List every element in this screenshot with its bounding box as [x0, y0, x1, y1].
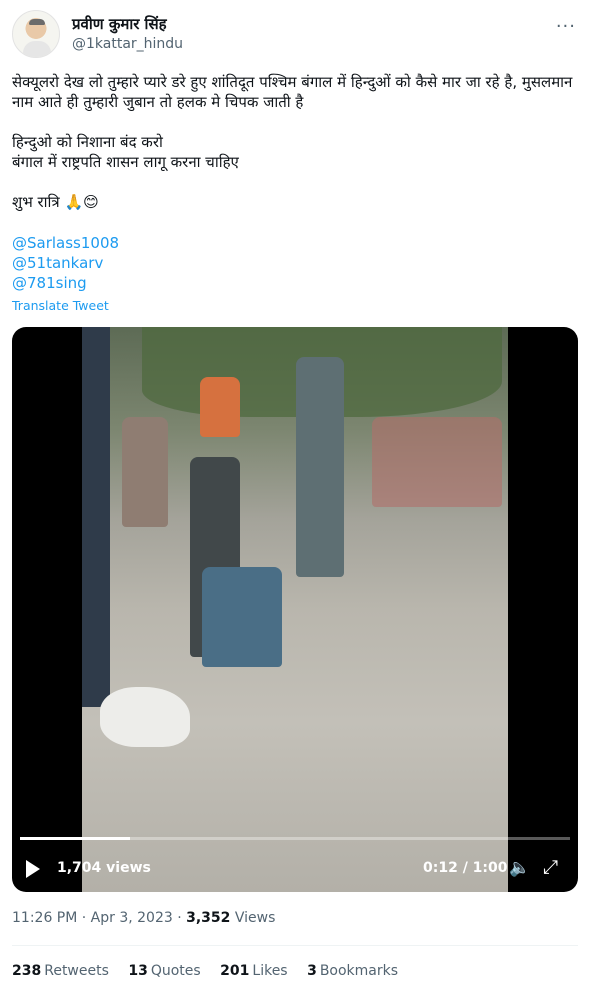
- video-time: 0:12 / 1:00: [423, 860, 508, 876]
- stat-label: Quotes: [150, 963, 201, 979]
- translate-tweet-link[interactable]: Translate Tweet: [12, 298, 109, 313]
- volume-icon[interactable]: 🔈: [509, 858, 530, 878]
- stat-count: 238: [12, 963, 42, 979]
- tweet-header: प्रवीण कुमार सिंह @1kattar_hindu ···: [12, 10, 578, 60]
- stat-label: Retweets: [44, 963, 109, 979]
- stat-count: 3: [307, 963, 317, 979]
- divider: [12, 945, 578, 946]
- video-player[interactable]: 1,704 views 0:12 / 1:00 🔈 ⤢: [12, 327, 578, 892]
- fullscreen-icon[interactable]: ⤢: [543, 856, 558, 878]
- stat-label: Likes: [252, 963, 288, 979]
- tweet-views-count: 3,352: [186, 910, 231, 926]
- video-figure: [122, 417, 168, 527]
- avatar[interactable]: [12, 10, 60, 58]
- mention-link[interactable]: @Sarlass1008: [12, 234, 119, 252]
- stat-bookmarks[interactable]: 3 Bookmarks: [307, 963, 398, 979]
- stat-retweets[interactable]: 238 Retweets: [12, 963, 109, 979]
- play-icon[interactable]: [26, 860, 40, 878]
- video-pole: [82, 327, 110, 707]
- mention-link[interactable]: @781sing: [12, 274, 87, 292]
- video-progress-fill: [20, 837, 130, 840]
- stat-quotes[interactable]: 13 Quotes: [128, 963, 200, 979]
- stat-likes[interactable]: 201 Likes: [220, 963, 287, 979]
- tweet-meta: 11:26 PM · Apr 3, 2023 · 3,352 Views: [12, 910, 275, 926]
- tweet-views-label: Views: [230, 910, 276, 926]
- tweet-text: सेक्यूलरो देख लो तुम्हारे प्यारे डरे हुए…: [12, 73, 573, 211]
- video-crowd: [372, 417, 502, 507]
- video-cloth: [100, 687, 190, 747]
- stat-count: 201: [220, 963, 250, 979]
- mention-link[interactable]: @51tankarv: [12, 254, 103, 272]
- video-frame[interactable]: [82, 327, 508, 892]
- more-options-icon[interactable]: ···: [556, 16, 576, 37]
- stat-count: 13: [128, 963, 148, 979]
- avatar-hair: [29, 19, 45, 25]
- video-progress-bar[interactable]: [20, 837, 570, 840]
- author-handle[interactable]: @1kattar_hindu: [72, 36, 183, 52]
- avatar-shirt: [23, 41, 51, 57]
- video-figure: [200, 377, 240, 437]
- video-views: 1,704 views: [57, 860, 151, 876]
- tweet-stats: 238 Retweets 13 Quotes 201 Likes 3 Bookmarks: [12, 963, 413, 979]
- author-display-name[interactable]: प्रवीण कुमार सिंह: [72, 14, 167, 34]
- tweet-timestamp[interactable]: 11:26 PM · Apr 3, 2023 ·: [12, 910, 186, 926]
- video-figure: [202, 567, 282, 667]
- stat-label: Bookmarks: [319, 963, 399, 979]
- video-figure: [296, 357, 344, 577]
